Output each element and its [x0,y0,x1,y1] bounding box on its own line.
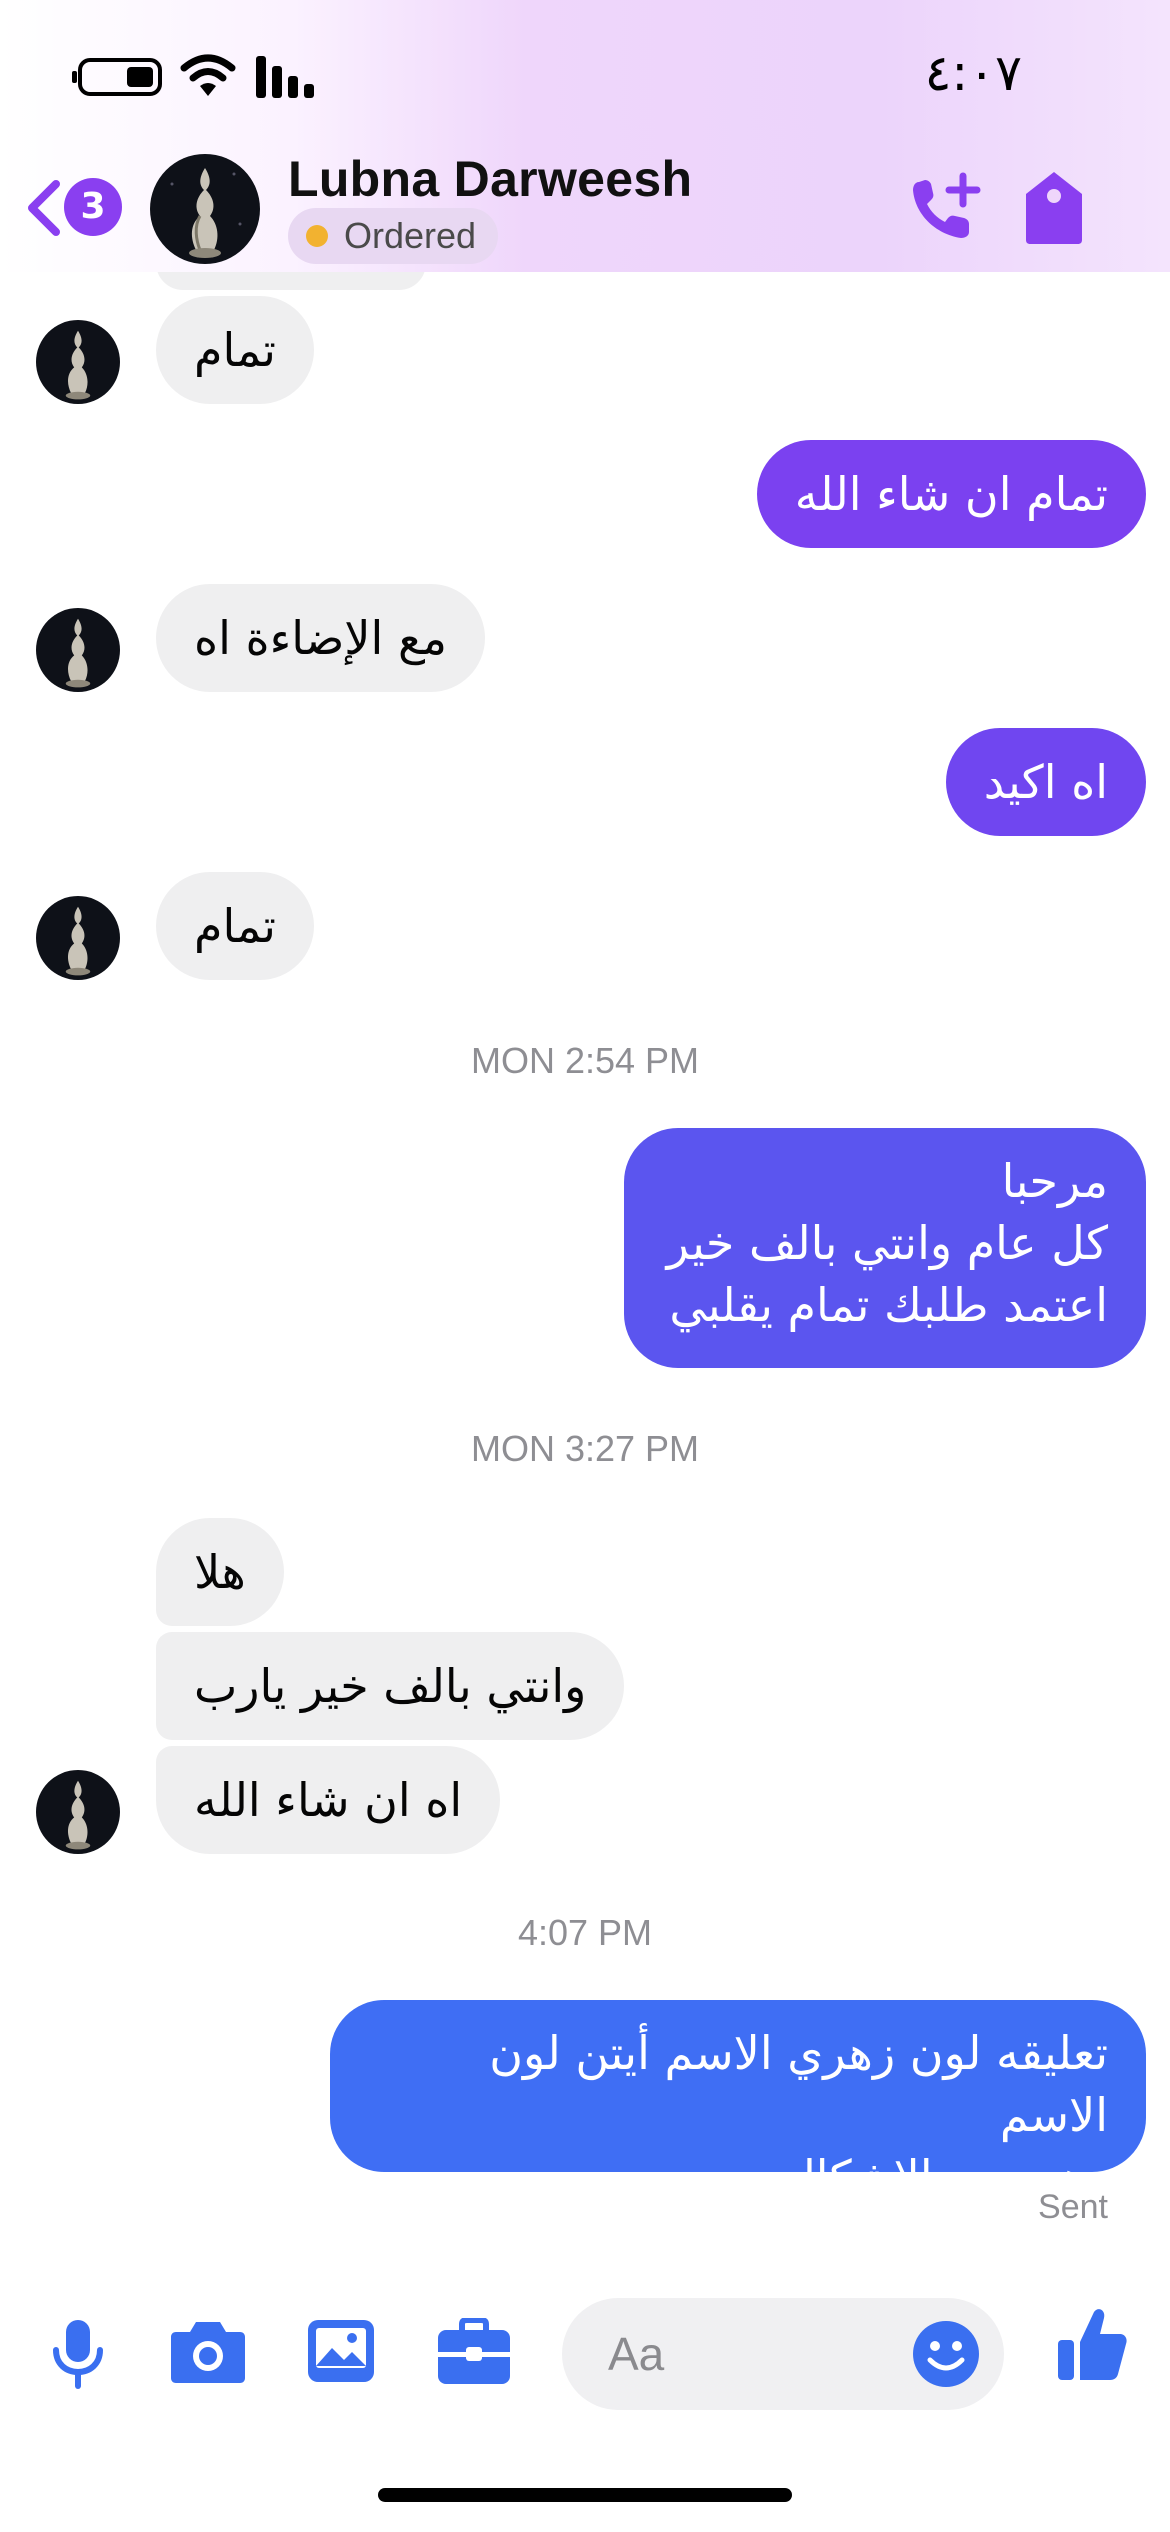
like-icon[interactable] [1056,2306,1128,2382]
battery-icon [72,58,162,96]
message-input-box[interactable] [562,2298,1004,2410]
add-call-icon[interactable] [905,168,985,248]
outgoing-message[interactable]: تعليقه لون زهري الاسم أيتن لون الاسم دهب… [330,2000,1146,2204]
timestamp: 4:07 PM [517,1912,653,1953]
status-dot [306,225,328,247]
conversation-header: 3 Lubna Darweesh Ordered [0,150,1170,272]
signal-icon [256,56,314,98]
outgoing-message[interactable]: اه اكيد [945,728,1146,836]
timestamp: MON 2:54 PM [470,1040,700,1081]
contact-avatar-small [36,320,120,404]
outgoing-message[interactable]: مرحبا كل عام وانتي بالف خير اعتمد طلبك ت… [624,1128,1146,1368]
sculpture-avatar-image [150,154,260,264]
briefcase-icon[interactable] [436,2318,512,2386]
order-status-label: Ordered [344,215,477,256]
emoji-icon[interactable] [910,2318,982,2390]
camera-icon[interactable] [170,2318,246,2384]
message-input[interactable] [608,2324,908,2384]
wifi-icon [180,54,236,96]
incoming-message[interactable]: وانتي بالف خير يارب [156,1632,625,1740]
microphone-icon[interactable] [48,2318,108,2390]
tag-icon[interactable] [1020,168,1088,248]
status-bar: ٤:٠٧ [0,0,1170,150]
contact-avatar-small [36,896,120,980]
incoming-message[interactable]: تمام [156,872,314,980]
order-status-pill[interactable]: Ordered [288,208,499,264]
timestamp: MON 3:27 PM [470,1428,700,1469]
composer-bar [0,2252,1170,2452]
contact-avatar-small [36,1770,120,1854]
incoming-message[interactable]: هلا [156,1518,284,1626]
clipped-bubble [156,272,426,290]
contact-avatar[interactable] [150,154,260,264]
incoming-message[interactable]: مع الإضاءة اه [156,584,486,692]
outgoing-message[interactable]: تمام ان شاء الله [756,440,1146,548]
incoming-message[interactable]: اه ان شاء الله [156,1746,501,1854]
message-list[interactable]: تمام تمام ان شاء الله مع الإضاءة اه اه ا… [0,272,1170,2252]
back-chevron-icon [28,180,60,236]
contact-name[interactable]: Lubna Darweesh [288,150,692,208]
unread-badge: 3 [64,178,122,236]
sent-status: Sent [1038,2188,1108,2226]
status-time: ٤:٠٧ [924,44,1022,102]
gallery-icon[interactable] [306,2318,376,2384]
back-button[interactable]: 3 [24,172,134,242]
incoming-message[interactable]: تمام [156,296,314,404]
contact-avatar-small [36,608,120,692]
home-indicator [378,2488,792,2502]
